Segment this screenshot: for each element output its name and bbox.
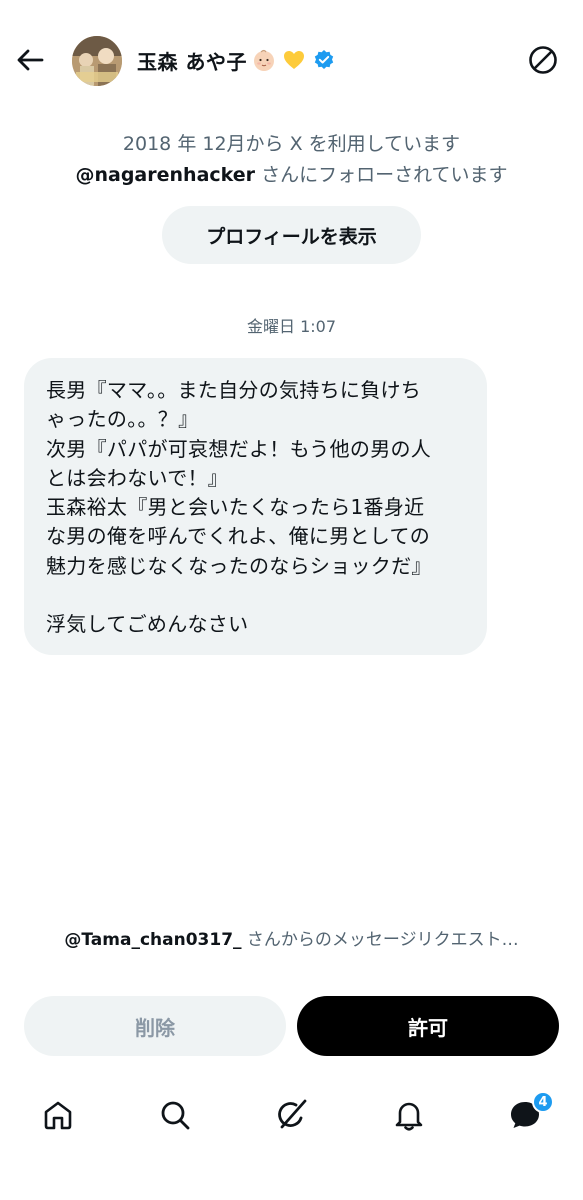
notifications-icon: [395, 1102, 423, 1131]
conversation-header: 玉森 あや子: [0, 0, 583, 120]
requester-handle[interactable]: @Tama_chan0317_: [64, 930, 241, 950]
home-icon: [44, 1101, 72, 1130]
message-line: ゃったの。。？』: [46, 407, 199, 432]
yellow-heart-icon: [281, 47, 307, 73]
delete-button[interactable]: 削除: [24, 996, 286, 1056]
message-request-note: @Tama_chan0317_ さんからのメッセージリクエスト…: [0, 925, 583, 950]
message-line: 玉森裕太『男と会いたくなったら1番身近: [46, 495, 425, 520]
back-arrow-icon: [17, 49, 44, 71]
nav-search[interactable]: [145, 1085, 205, 1145]
message-line: 長男『ママ。。また自分の気持ちに負けち: [46, 378, 422, 402]
follower-handle[interactable]: @nagarenhacker: [75, 164, 255, 186]
bottom-nav: 4: [0, 1085, 583, 1145]
message-line: 次男『パパが可哀想だよ！もう他の男の人: [46, 436, 432, 461]
allow-button[interactable]: 許可: [297, 996, 559, 1056]
message-bubble[interactable]: 長男『ママ。。また自分の気持ちに負けち ゃったの。。？』 次男『パパが可哀想だよ…: [24, 358, 487, 655]
message-line: とは会わないで！』: [46, 465, 229, 490]
nav-grok[interactable]: [262, 1085, 322, 1145]
back-button[interactable]: [14, 44, 46, 76]
followed-by-suffix: さんにフォローされています: [255, 164, 508, 186]
message-line: な男の俺を呼んでくれよ、俺に男としての: [46, 524, 431, 549]
header-title[interactable]: 玉森 あや子: [137, 44, 337, 76]
display-name: 玉森 あや子: [137, 49, 247, 74]
avatar[interactable]: [72, 36, 122, 86]
messages-badge: 4: [532, 1091, 554, 1113]
message-line: 魅力を感じなくなったのならショックだ』: [46, 553, 432, 578]
baby-face-icon: [251, 47, 277, 73]
joined-date: 2018 年 12月から X を利用しています: [122, 133, 461, 155]
nav-notifications[interactable]: [379, 1085, 439, 1145]
message-timestamp: 金曜日 1:07: [246, 317, 337, 336]
view-profile-button[interactable]: プロフィールを表示: [162, 206, 421, 264]
request-note-suffix: さんからのメッセージリクエスト…: [241, 930, 519, 950]
block-icon: [529, 46, 557, 74]
block-button[interactable]: [527, 44, 559, 76]
nav-home[interactable]: [28, 1085, 88, 1145]
grok-icon: [278, 1099, 307, 1129]
search-icon: [161, 1101, 190, 1130]
dm-request-screen: 玉森 あや子 2018 年 12月から X を利用しています @nagarenh…: [0, 0, 583, 1200]
message-line: 浮気してごめんなさい: [46, 612, 249, 637]
verified-badge-icon: [311, 47, 337, 73]
followed-by: @nagarenhacker さんにフォローされています: [0, 160, 583, 187]
